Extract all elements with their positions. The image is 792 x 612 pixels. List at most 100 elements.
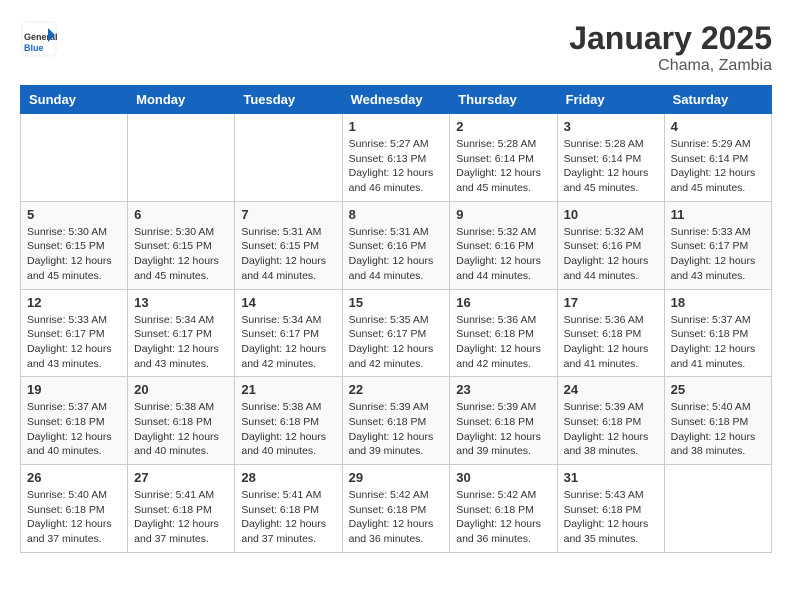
calendar-cell: 15 Sunrise: 5:35 AMSunset: 6:17 PMDayligh… [342, 289, 450, 377]
day-number: 15 [349, 295, 444, 310]
day-number: 14 [241, 295, 335, 310]
day-number: 2 [456, 119, 550, 134]
day-number: 3 [564, 119, 658, 134]
day-number: 21 [241, 382, 335, 397]
day-number: 8 [349, 207, 444, 222]
day-info: Sunrise: 5:31 AMSunset: 6:16 PMDaylight:… [349, 225, 444, 284]
weekday-header-wednesday: Wednesday [342, 86, 450, 114]
calendar-cell: 14 Sunrise: 5:34 AMSunset: 6:17 PMDayligh… [235, 289, 342, 377]
day-info: Sunrise: 5:40 AMSunset: 6:18 PMDaylight:… [671, 400, 765, 459]
page-header: General Blue January 2025 Chama, Zambia [20, 20, 772, 75]
day-info: Sunrise: 5:30 AMSunset: 6:15 PMDaylight:… [27, 225, 121, 284]
calendar-cell: 20Sunrise: 5:38 AMSunset: 6:18 PMDayligh… [128, 377, 235, 465]
svg-text:Blue: Blue [24, 43, 44, 53]
day-number: 24 [564, 382, 658, 397]
day-info: Sunrise: 5:28 AMSunset: 6:14 PMDaylight:… [456, 137, 550, 196]
calendar-cell: 9Sunrise: 5:32 AMSunset: 6:16 PMDaylight… [450, 201, 557, 289]
calendar-week-row: 19Sunrise: 5:37 AMSunset: 6:18 PMDayligh… [21, 377, 772, 465]
day-number: 17 [564, 295, 658, 310]
calendar-cell [21, 114, 128, 202]
day-number: 5 [27, 207, 121, 222]
calendar-cell: 7Sunrise: 5:31 AMSunset: 6:15 PMDaylight… [235, 201, 342, 289]
location-title: Chama, Zambia [569, 57, 772, 75]
calendar-cell [235, 114, 342, 202]
calendar-cell: 22Sunrise: 5:39 AMSunset: 6:18 PMDayligh… [342, 377, 450, 465]
day-info: Sunrise: 5:37 AMSunset: 6:18 PMDaylight:… [27, 400, 121, 459]
calendar-cell: 5 Sunrise: 5:30 AMSunset: 6:15 PMDaylight… [21, 201, 128, 289]
calendar-cell: 8 Sunrise: 5:31 AMSunset: 6:16 PMDaylight… [342, 201, 450, 289]
day-number: 6 [134, 207, 228, 222]
calendar-week-row: 26 Sunrise: 5:40 AMSunset: 6:18 PMDayligh… [21, 465, 772, 553]
day-info: Sunrise: 5:39 AMSunset: 6:18 PMDaylight:… [564, 400, 658, 459]
day-info: Sunrise: 5:43 AMSunset: 6:18 PMDaylight:… [564, 488, 658, 547]
day-number: 31 [564, 470, 658, 485]
day-number: 22 [349, 382, 444, 397]
calendar-cell: 3 Sunrise: 5:28 AMSunset: 6:14 PMDaylight… [557, 114, 664, 202]
calendar-cell: 26 Sunrise: 5:40 AMSunset: 6:18 PMDayligh… [21, 465, 128, 553]
calendar-cell: 13 Sunrise: 5:34 AMSunset: 6:17 PMDayligh… [128, 289, 235, 377]
day-info: Sunrise: 5:33 AMSunset: 6:17 PMDaylight:… [27, 313, 121, 372]
weekday-header-friday: Friday [557, 86, 664, 114]
calendar-cell: 18Sunrise: 5:37 AMSunset: 6:18 PMDayligh… [664, 289, 771, 377]
day-info: Sunrise: 5:40 AMSunset: 6:18 PMDaylight:… [27, 488, 121, 547]
weekday-header-monday: Monday [128, 86, 235, 114]
logo: General Blue [20, 20, 62, 58]
calendar-cell: 4 Sunrise: 5:29 AMSunset: 6:14 PMDaylight… [664, 114, 771, 202]
calendar-week-row: 1 Sunrise: 5:27 AMSunset: 6:13 PMDaylight… [21, 114, 772, 202]
day-info: Sunrise: 5:34 AMSunset: 6:17 PMDaylight:… [134, 313, 228, 372]
day-info: Sunrise: 5:28 AMSunset: 6:14 PMDaylight:… [564, 137, 658, 196]
day-info: Sunrise: 5:42 AMSunset: 6:18 PMDaylight:… [349, 488, 444, 547]
calendar-cell: 27 Sunrise: 5:41 AMSunset: 6:18 PMDayligh… [128, 465, 235, 553]
day-number: 1 [349, 119, 444, 134]
calendar-cell: 28 Sunrise: 5:41 AMSunset: 6:18 PMDayligh… [235, 465, 342, 553]
day-info: Sunrise: 5:41 AMSunset: 6:18 PMDaylight:… [134, 488, 228, 547]
day-number: 12 [27, 295, 121, 310]
day-number: 28 [241, 470, 335, 485]
day-number: 11 [671, 207, 765, 222]
calendar-week-row: 5 Sunrise: 5:30 AMSunset: 6:15 PMDaylight… [21, 201, 772, 289]
day-number: 25 [671, 382, 765, 397]
calendar-cell [128, 114, 235, 202]
day-info: Sunrise: 5:39 AMSunset: 6:18 PMDaylight:… [456, 400, 550, 459]
calendar-cell: 24 Sunrise: 5:39 AMSunset: 6:18 PMDayligh… [557, 377, 664, 465]
weekday-header-sunday: Sunday [21, 86, 128, 114]
month-title: January 2025 [569, 20, 772, 57]
calendar-cell: 6 Sunrise: 5:30 AMSunset: 6:15 PMDaylight… [128, 201, 235, 289]
day-info: Sunrise: 5:41 AMSunset: 6:18 PMDaylight:… [241, 488, 335, 547]
day-info: Sunrise: 5:33 AMSunset: 6:17 PMDaylight:… [671, 225, 765, 284]
weekday-header-thursday: Thursday [450, 86, 557, 114]
day-number: 9 [456, 207, 550, 222]
calendar-cell: 21 Sunrise: 5:38 AMSunset: 6:18 PMDayligh… [235, 377, 342, 465]
day-info: Sunrise: 5:37 AMSunset: 6:18 PMDaylight:… [671, 313, 765, 372]
day-number: 23 [456, 382, 550, 397]
day-info: Sunrise: 5:27 AMSunset: 6:13 PMDaylight:… [349, 137, 444, 196]
day-number: 26 [27, 470, 121, 485]
calendar-cell: 29 Sunrise: 5:42 AMSunset: 6:18 PMDayligh… [342, 465, 450, 553]
day-number: 7 [241, 207, 335, 222]
day-info: Sunrise: 5:30 AMSunset: 6:15 PMDaylight:… [134, 225, 228, 284]
calendar-cell: 1 Sunrise: 5:27 AMSunset: 6:13 PMDaylight… [342, 114, 450, 202]
day-info: Sunrise: 5:29 AMSunset: 6:14 PMDaylight:… [671, 137, 765, 196]
day-number: 16 [456, 295, 550, 310]
calendar-cell: 11 Sunrise: 5:33 AMSunset: 6:17 PMDayligh… [664, 201, 771, 289]
day-info: Sunrise: 5:38 AMSunset: 6:18 PMDaylight:… [134, 400, 228, 459]
calendar-cell: 30Sunrise: 5:42 AMSunset: 6:18 PMDayligh… [450, 465, 557, 553]
calendar-cell: 2 Sunrise: 5:28 AMSunset: 6:14 PMDaylight… [450, 114, 557, 202]
calendar-cell: 17Sunrise: 5:36 AMSunset: 6:18 PMDayligh… [557, 289, 664, 377]
day-number: 29 [349, 470, 444, 485]
calendar-week-row: 12 Sunrise: 5:33 AMSunset: 6:17 PMDayligh… [21, 289, 772, 377]
logo-icon: General Blue [20, 20, 58, 58]
day-info: Sunrise: 5:34 AMSunset: 6:17 PMDaylight:… [241, 313, 335, 372]
calendar-cell: 31 Sunrise: 5:43 AMSunset: 6:18 PMDayligh… [557, 465, 664, 553]
day-info: Sunrise: 5:35 AMSunset: 6:17 PMDaylight:… [349, 313, 444, 372]
day-number: 4 [671, 119, 765, 134]
calendar-table: SundayMondayTuesdayWednesdayThursdayFrid… [20, 85, 772, 553]
calendar-cell: 23 Sunrise: 5:39 AMSunset: 6:18 PMDayligh… [450, 377, 557, 465]
calendar-cell: 25 Sunrise: 5:40 AMSunset: 6:18 PMDayligh… [664, 377, 771, 465]
day-number: 13 [134, 295, 228, 310]
day-number: 27 [134, 470, 228, 485]
calendar-cell: 16 Sunrise: 5:36 AMSunset: 6:18 PMDayligh… [450, 289, 557, 377]
day-number: 30 [456, 470, 550, 485]
day-info: Sunrise: 5:36 AMSunset: 6:18 PMDaylight:… [456, 313, 550, 372]
day-info: Sunrise: 5:38 AMSunset: 6:18 PMDaylight:… [241, 400, 335, 459]
